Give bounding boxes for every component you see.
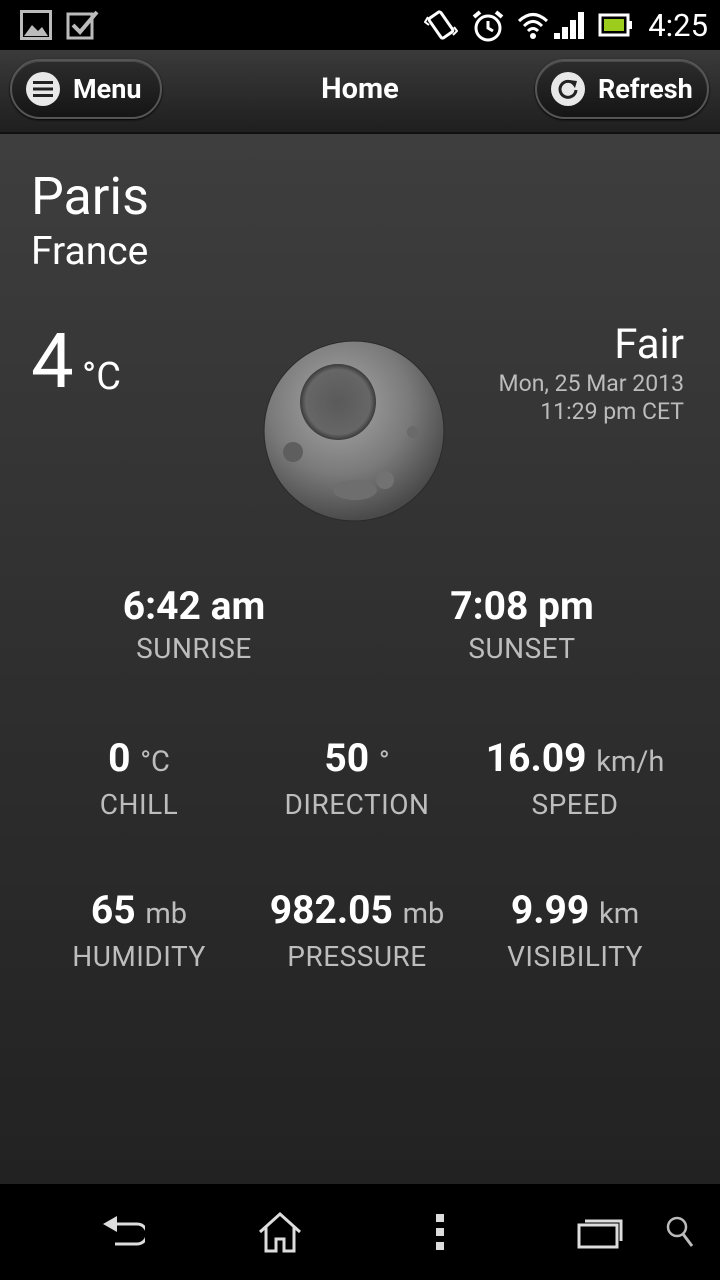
pressure-unit: mb — [402, 897, 445, 931]
sunrise-label: SUNRISE — [136, 632, 252, 665]
weather-panel: Paris France 4 °C Fair Mon, 25 Mar 2013 … — [0, 134, 720, 1184]
weather-condition: Fair — [614, 320, 684, 369]
sunrise-value: 6:42 am — [122, 583, 266, 629]
recent-apps-icon — [577, 1219, 623, 1249]
moon-icon — [263, 340, 445, 522]
battery-icon — [598, 13, 632, 37]
direction-label: DIRECTION — [284, 788, 430, 821]
signal-icon — [554, 12, 584, 39]
chill-value: 0 — [108, 735, 131, 781]
humidity-label: HUMIDITY — [72, 940, 206, 973]
speed-stat: 16.09 km/h SPEED — [470, 736, 680, 821]
speed-value: 16.09 — [485, 735, 587, 781]
direction-unit: ° — [378, 745, 390, 779]
chill-unit: °C — [140, 745, 170, 779]
chill-stat: 0 °C CHILL — [49, 736, 229, 821]
system-nav-bar — [0, 1184, 720, 1280]
back-icon — [103, 1216, 145, 1246]
humidity-value: 65 — [90, 887, 136, 933]
task-check-icon — [66, 10, 99, 40]
speed-unit: km/h — [596, 745, 665, 779]
temperature-unit: °C — [82, 355, 121, 399]
visibility-label: VISIBILITY — [507, 940, 643, 973]
sunset-stat: 7:08 pm SUNSET — [422, 584, 622, 665]
humidity-stat: 65 mb HUMIDITY — [49, 888, 229, 973]
back-button[interactable] — [90, 1184, 150, 1280]
temperature-value: 4 — [31, 316, 74, 406]
search-icon — [666, 1216, 694, 1247]
country-name: France — [31, 228, 149, 274]
search-button[interactable] — [660, 1184, 700, 1280]
visibility-stat: 9.99 km VISIBILITY — [480, 888, 670, 973]
sunset-label: SUNSET — [468, 632, 576, 665]
gallery-icon — [20, 10, 52, 40]
status-time: 4:25 — [648, 7, 708, 44]
visibility-value: 9.99 — [510, 887, 590, 933]
pressure-label: PRESSURE — [287, 940, 427, 973]
home-icon — [258, 1211, 302, 1253]
observation-date: Mon, 25 Mar 2013 — [498, 370, 684, 397]
visibility-unit: km — [599, 897, 640, 931]
pressure-value: 982.05 — [269, 887, 393, 933]
sunrise-stat: 6:42 am SUNRISE — [94, 584, 294, 665]
direction-stat: 50 ° DIRECTION — [257, 736, 457, 821]
observation-time: 11:29 pm CET — [540, 398, 684, 425]
recent-apps-button[interactable] — [572, 1184, 628, 1280]
humidity-unit: mb — [145, 897, 188, 931]
more-vert-icon — [436, 1214, 444, 1250]
status-bar: 4:25 — [0, 0, 720, 50]
speed-label: SPEED — [531, 788, 619, 821]
vibrate-icon — [424, 10, 458, 40]
page-title: Home — [321, 72, 399, 106]
city-name: Paris — [31, 166, 149, 227]
observation-datetime: Mon, 25 Mar 2013 11:29 pm CET — [499, 370, 684, 426]
wifi-icon — [517, 13, 549, 39]
chill-label: CHILL — [99, 788, 179, 821]
pressure-stat: 982.05 mb PRESSURE — [247, 888, 467, 973]
alarm-icon — [472, 10, 504, 42]
sunset-value: 7:08 pm — [450, 583, 594, 629]
home-button[interactable] — [250, 1184, 310, 1280]
direction-value: 50 — [324, 735, 370, 781]
overflow-menu-button[interactable] — [420, 1184, 460, 1280]
